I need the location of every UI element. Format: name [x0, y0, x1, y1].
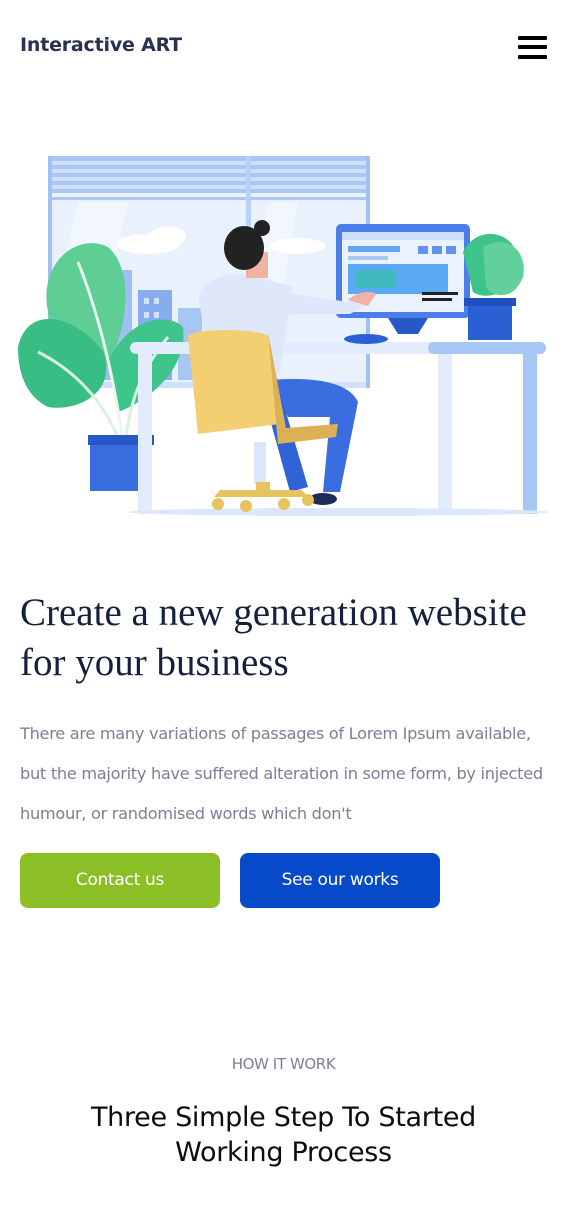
hero-title: Create a new generation website for your… [20, 591, 527, 684]
section-title: Three Simple Step To Started Working Pro… [90, 1102, 477, 1168]
hero-description: There are many variations of passages of… [20, 724, 543, 823]
site-header: Interactive ART [0, 0, 567, 95]
hamburger-menu-icon[interactable] [518, 34, 548, 62]
see-our-works-button[interactable]: See our works [240, 853, 440, 908]
person-working-at-desk-illustration [18, 156, 548, 516]
section-tag: HOW IT WORK [231, 1055, 336, 1073]
menu-bar [518, 36, 547, 40]
menu-bar [518, 55, 547, 59]
menu-bar [518, 45, 547, 49]
site-logo[interactable]: Interactive ART [20, 34, 182, 56]
contact-us-button[interactable]: Contact us [20, 853, 220, 908]
